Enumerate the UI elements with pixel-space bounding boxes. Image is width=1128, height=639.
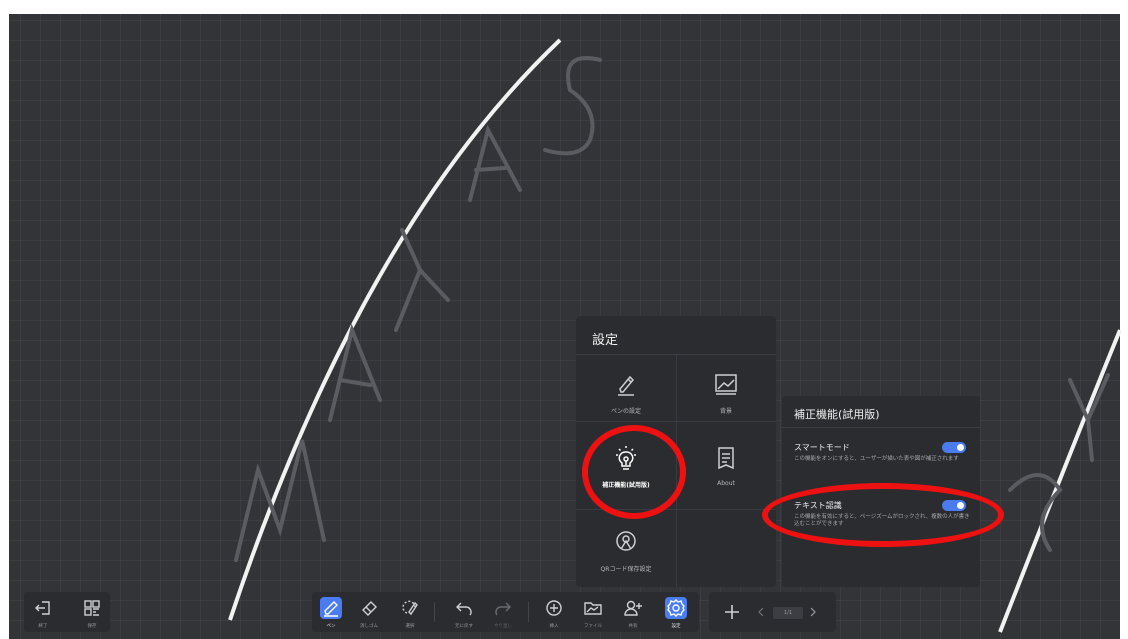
save-label: 保存 — [87, 624, 97, 629]
settings-item-label: QRコード保存設定 — [600, 566, 652, 573]
pen-label: ペン — [326, 624, 336, 629]
undo-button[interactable]: 元に戻す — [451, 592, 477, 632]
exit-button[interactable]: 終了 — [30, 592, 56, 632]
insert-plus-icon — [546, 600, 562, 616]
toolbar-separator — [434, 602, 435, 622]
file-button[interactable]: ファイル — [580, 592, 606, 632]
smart-mode-toggle[interactable] — [942, 442, 966, 453]
qr-save-icon — [616, 531, 636, 551]
insert-button[interactable]: 挿入 — [541, 592, 567, 632]
file-folder-icon — [584, 602, 602, 615]
add-page-icon[interactable] — [723, 603, 741, 621]
toggle-knob — [957, 444, 964, 451]
share-user-icon — [624, 600, 642, 616]
share-label: 共有 — [628, 624, 638, 629]
pen-icon — [320, 597, 342, 619]
redo-button[interactable]: やり直し — [490, 592, 516, 632]
exit-icon — [35, 601, 50, 615]
divider — [782, 427, 980, 428]
left-edge — [0, 14, 9, 639]
lasso-select-icon — [402, 600, 418, 616]
settings-gear-icon — [665, 597, 687, 619]
file-label: ファイル — [584, 624, 602, 629]
top-edge — [0, 0, 1128, 14]
smart-mode-description: この機能をオンにすると、ユーザーが描いた表や図が補正されます — [794, 456, 959, 462]
settings-button[interactable]: 設定 — [663, 592, 689, 632]
eraser-label: 消しゴム — [360, 624, 378, 629]
eraser-button[interactable]: 消しゴム — [356, 592, 382, 632]
insert-label: 挿入 — [549, 624, 559, 629]
undo-icon — [456, 602, 472, 616]
exit-label: 終了 — [38, 624, 48, 629]
background-image-icon — [715, 374, 737, 395]
settings-item-about[interactable]: About — [676, 432, 776, 498]
select-button[interactable]: 選択 — [397, 592, 423, 632]
left-toolbar: 終了 保存 — [24, 592, 110, 632]
redo-icon — [495, 602, 511, 616]
smart-mode-label: スマートモード — [794, 443, 850, 452]
about-document-icon — [718, 447, 734, 470]
undo-label: 元に戻す — [455, 624, 473, 629]
settings-title: 設定 — [592, 333, 619, 348]
select-label: 選択 — [405, 624, 415, 629]
settings-item-label: About — [717, 480, 735, 487]
settings-item-pen[interactable]: ペンの設定 — [576, 358, 676, 424]
prev-page-icon[interactable] — [757, 607, 765, 617]
qr-code-icon — [84, 600, 100, 616]
next-page-icon[interactable] — [809, 607, 817, 617]
settings-label: 設定 — [671, 624, 681, 629]
right-edge — [1120, 14, 1128, 639]
annotation-circle — [582, 425, 686, 519]
toolbar-separator — [528, 602, 529, 622]
annotation-ellipse — [762, 483, 1004, 547]
main-toolbar: ペン 消しゴム 選択 元に戻す やり直し 挿入 ファイル 共有 設定 — [312, 592, 699, 632]
settings-item-label: ペンの設定 — [610, 408, 641, 415]
assist-panel-title: 補正機能(試用版) — [794, 408, 880, 421]
pen-button[interactable]: ペン — [318, 592, 344, 632]
share-button[interactable]: 共有 — [620, 592, 646, 632]
save-button[interactable]: 保存 — [79, 592, 105, 632]
settings-item-label: 背景 — [719, 408, 732, 415]
settings-item-qr-save[interactable]: QRコード保存設定 — [576, 516, 676, 582]
redo-label: やり直し — [494, 624, 512, 629]
pen-settings-icon — [618, 375, 635, 396]
settings-item-background[interactable]: 背景 — [676, 358, 776, 424]
page-indicator: 1/1 — [773, 607, 803, 619]
eraser-icon — [362, 601, 377, 616]
